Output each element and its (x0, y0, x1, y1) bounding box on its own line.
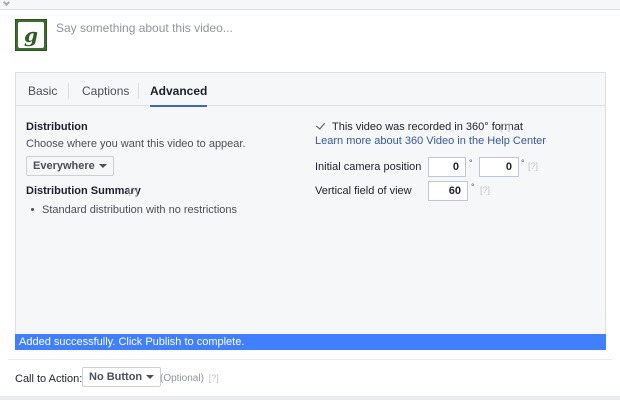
distribution-select[interactable]: Everywhere (26, 156, 114, 176)
camera-position-y-input[interactable]: 0 (479, 157, 519, 177)
call-to-action-select-value: No Button (89, 371, 143, 383)
checkbox-360-video[interactable] (316, 121, 326, 131)
status-text-input[interactable]: Say something about this video... (56, 21, 233, 35)
chevron-down-icon[interactable] (2, 0, 11, 7)
degree-symbol: ° (471, 182, 475, 192)
tab-basic[interactable]: Basic (28, 73, 57, 106)
camera-position-label: Initial camera position (315, 161, 422, 173)
distribution-summary-heading: Distribution Summary (26, 185, 141, 197)
status-message: Added successfully. Click Publish to com… (15, 334, 606, 350)
learn-more-360-link[interactable]: Learn more about 360 Video in the Help C… (315, 135, 546, 147)
distribution-summary-help[interactable]: [?] (128, 186, 138, 196)
field-of-view-label: Vertical field of view (315, 185, 412, 197)
field-of-view-help[interactable]: [?] (480, 185, 490, 195)
tab-advanced[interactable]: Advanced (150, 73, 208, 107)
tab-captions[interactable]: Captions (82, 73, 129, 106)
distribution-select-value: Everywhere (33, 160, 95, 172)
checkbox-360-label: This video was recorded in 360° format (332, 121, 523, 133)
call-to-action-label: Call to Action: (15, 373, 83, 385)
top-toolbar-strip (0, 0, 620, 10)
avatar-letter: g (18, 22, 44, 48)
field-of-view-input[interactable]: 60 (428, 181, 468, 201)
tab-divider (68, 83, 69, 99)
degree-symbol: ° (521, 158, 525, 168)
checkbox-360-help[interactable]: [?] (500, 122, 510, 132)
camera-position-x-input[interactable]: 0 (428, 157, 466, 177)
settings-tabs: Basic Captions Advanced (16, 73, 605, 107)
post-composer: g Say something about this video... (0, 10, 620, 68)
caret-down-icon (98, 164, 107, 168)
call-to-action-help[interactable]: [?] (209, 373, 219, 383)
distribution-heading: Distribution (26, 121, 88, 133)
optional-text: (Optional) (160, 373, 204, 384)
call-to-action-select[interactable]: No Button (82, 367, 162, 387)
distribution-description: Choose where you want this video to appe… (26, 138, 246, 150)
degree-symbol: ° (469, 158, 473, 168)
camera-position-help[interactable]: [?] (528, 161, 538, 171)
divider (8, 359, 612, 360)
optional-note: (Optional) [?] (160, 373, 219, 384)
bullet-icon (31, 208, 34, 211)
bottom-toolbar-strip (0, 396, 620, 400)
avatar[interactable]: g (15, 19, 47, 51)
caret-down-icon (146, 375, 155, 379)
video-settings-panel: Basic Captions Advanced Distribution Cho… (15, 72, 606, 350)
summary-item: Standard distribution with no restrictio… (42, 204, 238, 216)
tab-divider (138, 83, 139, 99)
